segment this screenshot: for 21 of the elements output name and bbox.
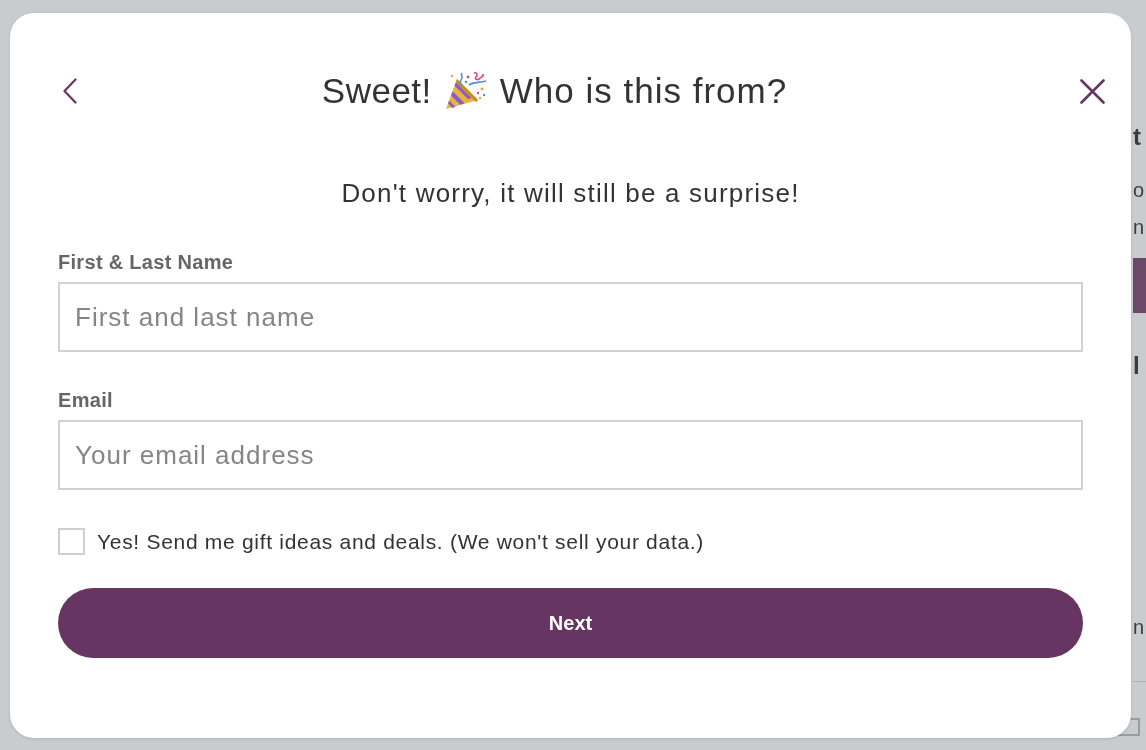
page-heading: l xyxy=(1133,352,1140,380)
text-input[interactable]: First and last name xyxy=(58,282,1083,352)
field-label: First & Last Name xyxy=(58,250,234,274)
back-button[interactable] xyxy=(62,78,78,104)
back-chevron-icon xyxy=(63,78,77,104)
field-label: Email xyxy=(58,388,113,412)
checkbox-label: Yes! Send me gift ideas and deals. (We won't sell your data.) xyxy=(97,528,705,555)
dialog-title: Sweet! xyxy=(321,70,432,112)
dialog-title: Who is this from? xyxy=(499,70,788,112)
party-popper-icon xyxy=(443,71,488,111)
page-text: n xyxy=(1133,615,1145,639)
dialog-subtitle: Don't worry, it will still be a surprise! xyxy=(341,177,800,209)
page-text: n xyxy=(1133,215,1145,239)
close-button[interactable] xyxy=(1079,77,1106,105)
page-text: o xyxy=(1133,178,1145,202)
checkbox[interactable] xyxy=(58,528,85,555)
page-panel xyxy=(1133,258,1146,313)
close-icon xyxy=(1080,78,1105,104)
next-button[interactable]: Next xyxy=(58,588,1083,658)
text-input[interactable]: Your email address xyxy=(58,420,1083,490)
page-heading: t xyxy=(1133,123,1141,151)
